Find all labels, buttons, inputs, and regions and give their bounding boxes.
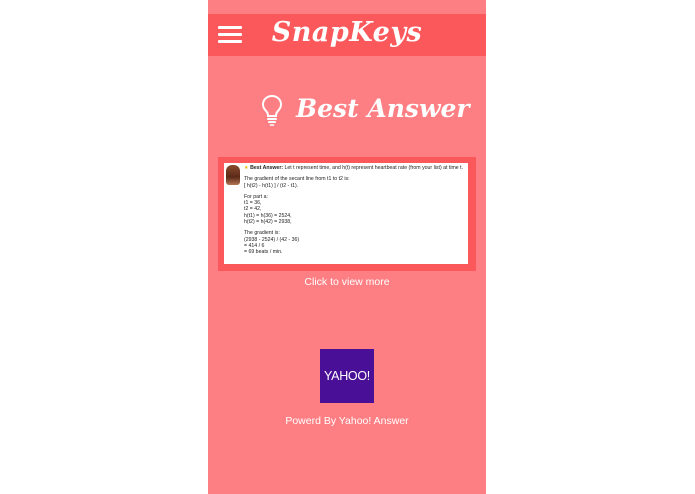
answer-line: = 69 beats / min. bbox=[244, 249, 283, 256]
section-title: Best Answer bbox=[296, 94, 470, 123]
answer-text: ★ Best Answer: Let t represent time, and… bbox=[244, 165, 466, 256]
app-screen: SnapKeys Best Answer ★ Best Answer: Let … bbox=[208, 0, 486, 494]
powered-by-text: Powerd By Yahoo! Answer bbox=[285, 415, 409, 427]
section-header: Best Answer bbox=[208, 92, 486, 128]
yahoo-logo-text: YAHOO! bbox=[324, 369, 370, 383]
app-header: SnapKeys bbox=[208, 14, 486, 56]
avatar bbox=[226, 165, 240, 185]
best-answer-label: Best Answer: bbox=[250, 165, 284, 171]
yahoo-logo: YAHOO! bbox=[320, 349, 374, 403]
answer-intro: Let t represent time, and h(t) represent… bbox=[284, 165, 463, 171]
app-title: SnapKeys bbox=[271, 17, 423, 48]
answer-header-line: ★ Best Answer: Let t represent time, and… bbox=[244, 165, 466, 171]
lightbulb-icon bbox=[261, 94, 283, 126]
best-answer-content: ★ Best Answer: Let t represent time, and… bbox=[224, 163, 468, 264]
star-icon: ★ bbox=[244, 165, 249, 171]
view-more-link[interactable]: Click to view more bbox=[208, 276, 486, 288]
best-answer-card[interactable]: ★ Best Answer: Let t represent time, and… bbox=[218, 157, 476, 271]
